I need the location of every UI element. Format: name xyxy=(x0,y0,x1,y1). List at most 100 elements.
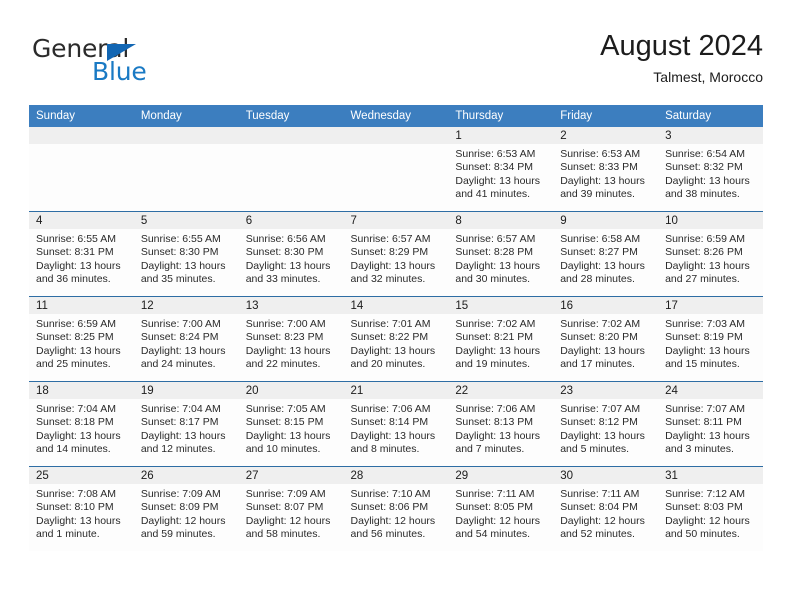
day-cell-inner: 11 Sunrise: 6:59 AM Sunset: 8:25 PM Dayligh… xyxy=(29,297,134,381)
day-sun-info: Sunrise: 6:54 AM Sunset: 8:32 PM Daylight:… xyxy=(658,144,763,201)
day-cell-inner: 5 Sunrise: 6:55 AM Sunset: 8:30 PM Daylight… xyxy=(133,212,239,296)
daylight-text-line2: and 12 minutes. xyxy=(140,442,216,455)
calendar-day-cell[interactable]: 29 Sunrise: 7:11 AM Sunset: 8:05 PM Dayligh… xyxy=(448,466,554,551)
day-number: 11 xyxy=(29,297,134,314)
daylight-text-line1: Daylight: 13 hours xyxy=(140,429,226,442)
day-sun-info: Sunrise: 6:53 AM Sunset: 8:34 PM Daylight:… xyxy=(448,144,553,201)
day-cell-inner: 3 Sunrise: 6:54 AM Sunset: 8:32 PM Daylight… xyxy=(658,127,763,211)
sunrise-text: Sunrise: 7:02 AM xyxy=(560,318,641,330)
sunset-text: Sunset: 8:28 PM xyxy=(455,246,534,259)
calendar-day-cell[interactable]: 2 Sunrise: 6:53 AM Sunset: 8:33 PM Daylight… xyxy=(553,127,659,212)
daylight-text-line1: Daylight: 12 hours xyxy=(665,514,750,527)
daylight-text-line1: Daylight: 13 hours xyxy=(36,259,121,272)
sunset-text: Sunset: 8:09 PM xyxy=(140,501,219,514)
calendar-day-cell[interactable]: 14 Sunrise: 7:01 AM Sunset: 8:22 PM Dayligh… xyxy=(343,296,449,382)
day-sun-info: Sunrise: 6:59 AM Sunset: 8:26 PM Daylight:… xyxy=(658,229,763,286)
sunset-text: Sunset: 8:03 PM xyxy=(665,501,743,514)
calendar-day-cell[interactable]: 7 Sunrise: 6:57 AM Sunset: 8:29 PM Daylight… xyxy=(343,211,449,297)
general-blue-logo[interactable]: General Blue xyxy=(32,36,252,96)
sunrise-text: Sunrise: 7:07 AM xyxy=(560,403,641,415)
sunset-text: Sunset: 8:31 PM xyxy=(36,246,114,259)
day-cell-inner: 18 Sunrise: 7:04 AM Sunset: 8:18 PM Dayligh… xyxy=(29,382,134,466)
calendar-day-cell[interactable]: 18 Sunrise: 7:04 AM Sunset: 8:18 PM Dayligh… xyxy=(29,381,134,467)
calendar-day-cell[interactable]: 9 Sunrise: 6:58 AM Sunset: 8:27 PM Daylight… xyxy=(553,211,659,297)
calendar-week-row: 11 Sunrise: 6:59 AM Sunset: 8:25 PM Dayligh… xyxy=(29,296,763,382)
calendar-day-cell[interactable]: 21 Sunrise: 7:06 AM Sunset: 8:14 PM Dayligh… xyxy=(343,381,449,467)
daylight-text-line2: and 17 minutes. xyxy=(560,357,635,370)
daylight-text-line1: Daylight: 13 hours xyxy=(140,259,226,272)
daylight-text-line2: and 10 minutes. xyxy=(245,442,321,455)
sunset-text: Sunset: 8:21 PM xyxy=(455,331,534,344)
daylight-text-line2: and 30 minutes. xyxy=(455,272,531,285)
sunrise-text: Sunrise: 7:08 AM xyxy=(36,488,116,500)
calendar-day-cell[interactable]: 22 Sunrise: 7:06 AM Sunset: 8:13 PM Dayligh… xyxy=(448,381,554,467)
day-sun-info: Sunrise: 7:11 AM Sunset: 8:04 PM Daylight:… xyxy=(553,484,658,541)
sunrise-text: Sunrise: 6:58 AM xyxy=(560,233,641,245)
daylight-text-line2: and 1 minute. xyxy=(36,527,100,540)
calendar-day-cell[interactable]: 26 Sunrise: 7:09 AM Sunset: 8:09 PM Dayligh… xyxy=(133,466,239,551)
calendar-day-cell[interactable]: 13 Sunrise: 7:00 AM Sunset: 8:23 PM Dayligh… xyxy=(238,296,344,382)
day-cell-inner: 2 Sunrise: 6:53 AM Sunset: 8:33 PM Daylight… xyxy=(553,127,659,211)
sunrise-text: Sunrise: 6:59 AM xyxy=(36,318,116,330)
daylight-text-line2: and 32 minutes. xyxy=(350,272,426,285)
sunset-text: Sunset: 8:06 PM xyxy=(350,501,429,514)
calendar-day-cell[interactable]: 19 Sunrise: 7:04 AM Sunset: 8:17 PM Dayligh… xyxy=(133,381,239,467)
calendar-day-cell[interactable]: 4 Sunrise: 6:55 AM Sunset: 8:31 PM Daylight… xyxy=(29,211,134,297)
day-number: 1 xyxy=(448,127,554,144)
calendar-day-cell[interactable]: 12 Sunrise: 7:00 AM Sunset: 8:24 PM Dayligh… xyxy=(133,296,239,382)
calendar-day-cell[interactable]: 17 Sunrise: 7:03 AM Sunset: 8:19 PM Dayligh… xyxy=(658,296,763,382)
day-sun-info: Sunrise: 6:57 AM Sunset: 8:28 PM Daylight:… xyxy=(448,229,553,286)
weekday-header-saturday: Saturday xyxy=(658,105,763,127)
sunset-text: Sunset: 8:23 PM xyxy=(245,331,324,344)
calendar-day-cell[interactable]: 24 Sunrise: 7:07 AM Sunset: 8:11 PM Dayligh… xyxy=(658,381,763,467)
sunset-text: Sunset: 8:12 PM xyxy=(560,416,638,429)
calendar-day-cell[interactable]: 10 Sunrise: 6:59 AM Sunset: 8:26 PM Dayligh… xyxy=(658,211,763,297)
day-number: 18 xyxy=(29,382,134,399)
calendar-day-cell[interactable]: 5 Sunrise: 6:55 AM Sunset: 8:30 PM Daylight… xyxy=(133,211,239,297)
calendar-day-cell[interactable]: 27 Sunrise: 7:09 AM Sunset: 8:07 PM Dayligh… xyxy=(238,466,344,551)
calendar-day-cell[interactable]: 25 Sunrise: 7:08 AM Sunset: 8:10 PM Dayligh… xyxy=(29,466,134,551)
day-cell-inner: 21 Sunrise: 7:06 AM Sunset: 8:14 PM Dayligh… xyxy=(343,382,449,466)
day-number: 20 xyxy=(238,382,344,399)
calendar-day-cell[interactable]: 1 Sunrise: 6:53 AM Sunset: 8:34 PM Daylight… xyxy=(448,127,554,212)
day-cell-inner: 30 Sunrise: 7:11 AM Sunset: 8:04 PM Dayligh… xyxy=(553,467,659,551)
daylight-text-line2: and 3 minutes. xyxy=(665,442,734,455)
day-number: 13 xyxy=(238,297,344,314)
day-number: 4 xyxy=(29,212,134,229)
daylight-text-line1: Daylight: 13 hours xyxy=(350,259,436,272)
calendar-week-row: 25 Sunrise: 7:08 AM Sunset: 8:10 PM Dayligh… xyxy=(29,466,763,551)
day-sun-info: Sunrise: 6:57 AM Sunset: 8:29 PM Daylight:… xyxy=(344,229,449,286)
weekday-header-friday: Friday xyxy=(553,105,659,127)
calendar-day-cell[interactable]: 30 Sunrise: 7:11 AM Sunset: 8:04 PM Dayligh… xyxy=(553,466,659,551)
sunset-text: Sunset: 8:13 PM xyxy=(455,416,534,429)
calendar-day-cell[interactable]: 16 Sunrise: 7:02 AM Sunset: 8:20 PM Dayligh… xyxy=(553,296,659,382)
day-cell-inner: 9 Sunrise: 6:58 AM Sunset: 8:27 PM Daylight… xyxy=(553,212,659,296)
day-number: 25 xyxy=(29,467,134,484)
daylight-text-line1: Daylight: 13 hours xyxy=(665,174,750,187)
sunset-text: Sunset: 8:27 PM xyxy=(560,246,638,259)
sunrise-text: Sunrise: 7:06 AM xyxy=(455,403,536,415)
calendar-day-cell[interactable]: 8 Sunrise: 6:57 AM Sunset: 8:28 PM Daylight… xyxy=(448,211,554,297)
calendar-day-cell[interactable]: 3 Sunrise: 6:54 AM Sunset: 8:32 PM Daylight… xyxy=(658,127,763,212)
sunrise-text: Sunrise: 6:55 AM xyxy=(140,233,221,245)
day-sun-info: Sunrise: 7:04 AM Sunset: 8:17 PM Daylight:… xyxy=(134,399,239,456)
sunrise-text: Sunrise: 6:57 AM xyxy=(455,233,536,245)
day-sun-info: Sunrise: 6:56 AM Sunset: 8:30 PM Daylight:… xyxy=(239,229,344,286)
sunrise-text: Sunrise: 7:09 AM xyxy=(140,488,221,500)
calendar-day-cell[interactable]: 31 Sunrise: 7:12 AM Sunset: 8:03 PM Dayligh… xyxy=(658,466,763,551)
sunset-text: Sunset: 8:14 PM xyxy=(350,416,429,429)
calendar-day-cell[interactable]: 6 Sunrise: 6:56 AM Sunset: 8:30 PM Daylight… xyxy=(238,211,344,297)
calendar-day-cell[interactable]: 15 Sunrise: 7:02 AM Sunset: 8:21 PM Dayligh… xyxy=(448,296,554,382)
day-sun-info: Sunrise: 7:09 AM Sunset: 8:07 PM Daylight:… xyxy=(239,484,344,541)
calendar-day-cell[interactable]: 23 Sunrise: 7:07 AM Sunset: 8:12 PM Dayligh… xyxy=(553,381,659,467)
daylight-text-line1: Daylight: 13 hours xyxy=(455,174,541,187)
day-cell-inner xyxy=(238,127,344,211)
sunrise-text: Sunrise: 7:04 AM xyxy=(36,403,116,415)
calendar-day-cell[interactable]: 28 Sunrise: 7:10 AM Sunset: 8:06 PM Dayligh… xyxy=(343,466,449,551)
calendar-day-cell[interactable]: 11 Sunrise: 6:59 AM Sunset: 8:25 PM Dayligh… xyxy=(29,296,134,382)
day-sun-info: Sunrise: 7:06 AM Sunset: 8:14 PM Daylight:… xyxy=(344,399,449,456)
day-cell-inner xyxy=(29,127,134,211)
day-number: 30 xyxy=(553,467,659,484)
day-number: 2 xyxy=(553,127,659,144)
calendar-day-cell[interactable]: 20 Sunrise: 7:05 AM Sunset: 8:15 PM Dayligh… xyxy=(238,381,344,467)
